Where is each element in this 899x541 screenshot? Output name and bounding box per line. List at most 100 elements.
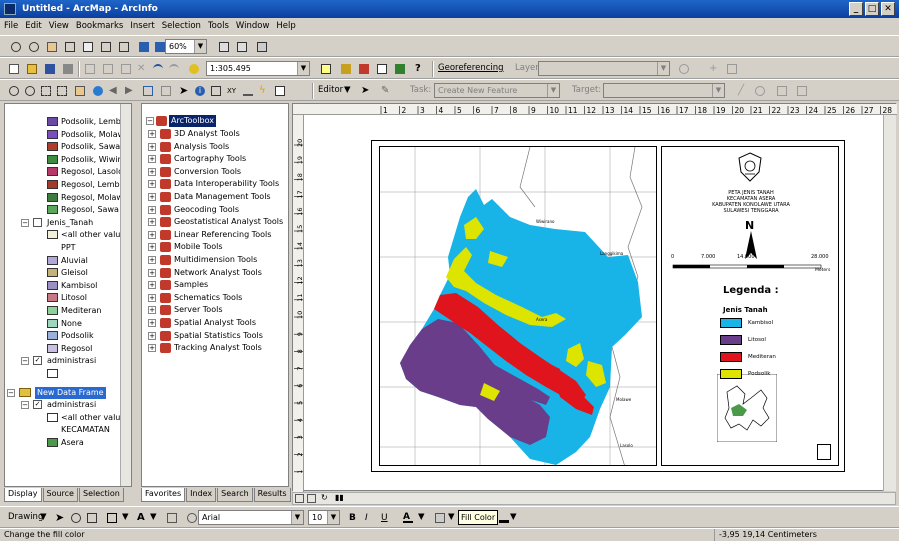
expand-icon[interactable]: + (148, 193, 156, 201)
editor-menu[interactable]: Editor (318, 85, 343, 95)
font-combo[interactable]: Arial ▼ (198, 510, 304, 525)
pan-layout-button[interactable] (44, 39, 60, 55)
arctoolbox-root[interactable]: − ArcToolbox (146, 115, 286, 127)
expand-icon[interactable]: + (148, 155, 156, 164)
select-elements-button[interactable]: ➤ (176, 83, 192, 99)
edit-vertices-button[interactable] (164, 510, 180, 526)
sketch-tool-button[interactable]: ✎ (378, 83, 394, 99)
pan-button[interactable] (72, 83, 88, 99)
tab-selection[interactable]: Selection (78, 488, 124, 502)
command-line-button[interactable] (374, 61, 390, 77)
fixed-zoom-in-button[interactable] (98, 39, 114, 55)
previous-extent-button[interactable] (136, 39, 152, 55)
layer-combo[interactable]: ▼ (538, 61, 670, 76)
tab-results[interactable]: Results (253, 488, 291, 502)
new-button[interactable] (6, 61, 22, 77)
delete-button[interactable]: ✕ (134, 61, 150, 77)
zoom-out-layout-button[interactable] (26, 39, 42, 55)
data-view-button[interactable] (295, 494, 304, 503)
expand-icon[interactable]: + (148, 268, 156, 277)
menu-view[interactable]: View (49, 21, 69, 31)
tab-search[interactable]: Search (217, 488, 253, 502)
rectangle-dropdown[interactable]: ▼ (122, 512, 129, 522)
menu-selection[interactable]: Selection (162, 21, 201, 31)
collapse-icon[interactable]: − (21, 401, 29, 410)
menu-file[interactable]: File (4, 21, 18, 31)
identify-button[interactable]: i (192, 83, 208, 99)
expand-icon[interactable]: + (148, 130, 156, 138)
split-tool-button[interactable]: ╱ (735, 83, 751, 99)
menu-insert[interactable]: Insert (130, 21, 154, 31)
expand-icon[interactable]: + (148, 180, 156, 189)
expand-icon[interactable]: + (148, 319, 156, 327)
tab-source[interactable]: Source (42, 488, 78, 502)
text-tool-button[interactable]: A (134, 510, 150, 526)
toggle-draft-button[interactable] (216, 39, 232, 55)
layout-horizontal-scrollbar[interactable]: ↻ ▮▮ (292, 492, 896, 505)
zoom-100-button[interactable] (80, 39, 96, 55)
menu-edit[interactable]: Edit (25, 21, 41, 31)
menu-tools[interactable]: Tools (208, 21, 229, 31)
clear-selection-button[interactable] (158, 83, 174, 99)
expand-icon[interactable]: + (148, 243, 156, 252)
task-combo[interactable]: Create New Feature ▼ (434, 83, 560, 98)
expand-icon[interactable]: + (148, 256, 156, 264)
sketch-properties-button[interactable] (794, 83, 810, 99)
focus-frame-button[interactable] (234, 39, 250, 55)
html-popup-button[interactable] (272, 83, 288, 99)
collapse-icon[interactable]: − (7, 388, 15, 397)
georeferencing-menu[interactable]: Georeferencing (438, 63, 504, 73)
undo-button[interactable] (150, 61, 166, 77)
font-size-combo[interactable]: 10 ▼ (308, 510, 340, 525)
add-control-points-button[interactable]: + (706, 61, 722, 77)
rotate-tool-button[interactable] (752, 83, 768, 99)
data-frame[interactable]: Wiwirano Langgikima Asera Molawe Lasolo (379, 146, 657, 466)
bold-button[interactable]: B (346, 510, 362, 526)
fixed-zoom-out-map-button[interactable] (54, 83, 70, 99)
layout-view[interactable]: 1 2 3 4 5 6 7 8 9 10 11 12 13 14 15 16 17 18 19 20 21 22 23 24 2… (292, 103, 897, 492)
forward-extent-button[interactable]: ▶ (122, 83, 138, 99)
save-button[interactable] (42, 61, 58, 77)
layer-checkbox[interactable]: ✓ (33, 356, 42, 366)
map-scale-combo[interactable]: 1:305.495 ▼ (206, 61, 310, 76)
refresh-icon[interactable]: ↻ (321, 494, 330, 503)
model-builder-button[interactable] (392, 61, 408, 77)
layer-checkbox[interactable]: ✓ (33, 400, 42, 410)
menu-window[interactable]: Window (236, 21, 270, 31)
rectangle-tool-button[interactable] (104, 510, 120, 526)
zoom-in-layout-button[interactable] (8, 39, 24, 55)
tab-index[interactable]: Index (186, 488, 217, 502)
menu-help[interactable]: Help (276, 21, 295, 31)
zoom-to-element-button[interactable] (84, 510, 100, 526)
attributes-button[interactable] (774, 83, 790, 99)
italic-button[interactable]: I (362, 510, 378, 526)
expand-icon[interactable]: + (148, 293, 156, 302)
layout-view-button[interactable] (307, 494, 316, 503)
change-layout-button[interactable] (254, 39, 270, 55)
zoom-out-button[interactable] (22, 83, 38, 99)
pause-icon[interactable]: ▮▮ (335, 494, 344, 503)
target-combo[interactable]: ▼ (603, 83, 725, 98)
zoom-in-button[interactable] (6, 83, 22, 99)
text-dropdown[interactable]: ▼ (150, 512, 157, 522)
layout-vertical-scrollbar[interactable] (883, 115, 896, 491)
fill-dropdown[interactable]: ▼ (448, 512, 455, 522)
hyperlink-button[interactable]: ϟ (256, 83, 272, 99)
select-features-button[interactable] (140, 83, 156, 99)
tab-display[interactable]: Display (4, 488, 42, 502)
fixed-zoom-in-map-button[interactable] (38, 83, 54, 99)
add-data-button[interactable] (186, 61, 202, 77)
expand-icon[interactable]: + (148, 306, 156, 315)
edit-tool-button[interactable]: ➤ (358, 83, 374, 99)
link-table-button[interactable] (724, 61, 740, 77)
arctoolbox-button[interactable] (356, 61, 372, 77)
line-color-dropdown[interactable]: ▼ (510, 512, 517, 522)
arccatalog-button[interactable] (338, 61, 354, 77)
copy-button[interactable] (100, 61, 116, 77)
zoom-combo[interactable]: 60% ▼ (165, 39, 207, 54)
expand-icon[interactable]: + (148, 167, 156, 176)
full-extent-button[interactable] (90, 83, 106, 99)
fill-color-button[interactable] (432, 510, 448, 526)
font-color-button[interactable]: A (400, 510, 416, 526)
expand-icon[interactable]: + (148, 218, 156, 227)
